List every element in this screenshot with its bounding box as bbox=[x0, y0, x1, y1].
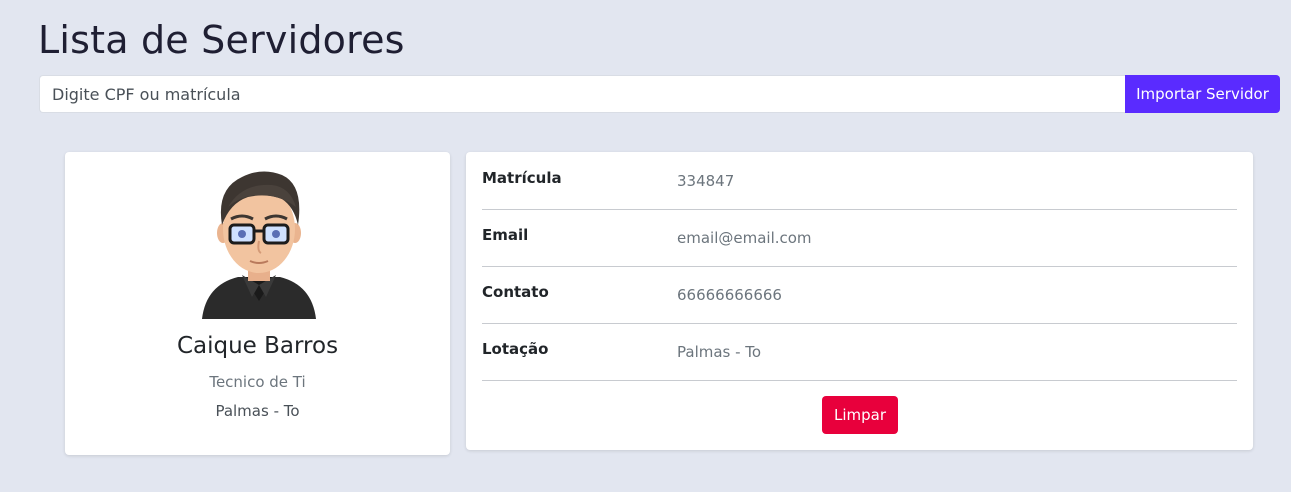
page-title: Lista de Servidores bbox=[38, 18, 405, 62]
import-server-button[interactable]: Importar Servidor bbox=[1125, 75, 1280, 113]
detail-label: Matrícula bbox=[482, 169, 562, 187]
detail-row-lotacao: Lotação Palmas - To bbox=[482, 323, 1237, 381]
detail-row-email: Email email@email.com bbox=[482, 209, 1237, 267]
profile-location: Palmas - To bbox=[215, 402, 300, 420]
avatar bbox=[202, 171, 316, 319]
detail-row-contato: Contato 66666666666 bbox=[482, 266, 1237, 324]
search-input[interactable] bbox=[39, 75, 1125, 113]
clear-button[interactable]: Limpar bbox=[822, 396, 898, 434]
detail-label: Lotação bbox=[482, 340, 549, 358]
search-bar: Importar Servidor bbox=[39, 75, 1280, 113]
profile-role: Tecnico de Ti bbox=[209, 373, 306, 391]
details-card: Matrícula 334847 Email email@email.com C… bbox=[466, 152, 1253, 450]
detail-label: Contato bbox=[482, 283, 549, 301]
detail-label: Email bbox=[482, 226, 529, 244]
profile-card: Caique Barros Tecnico de Ti Palmas - To bbox=[65, 152, 450, 455]
profile-name: Caique Barros bbox=[176, 333, 339, 359]
detail-value: email@email.com bbox=[677, 229, 812, 247]
detail-value: 66666666666 bbox=[677, 286, 782, 304]
detail-value: Palmas - To bbox=[677, 343, 762, 361]
detail-value: 334847 bbox=[677, 172, 735, 190]
detail-row-matricula: Matrícula 334847 bbox=[482, 152, 1237, 210]
